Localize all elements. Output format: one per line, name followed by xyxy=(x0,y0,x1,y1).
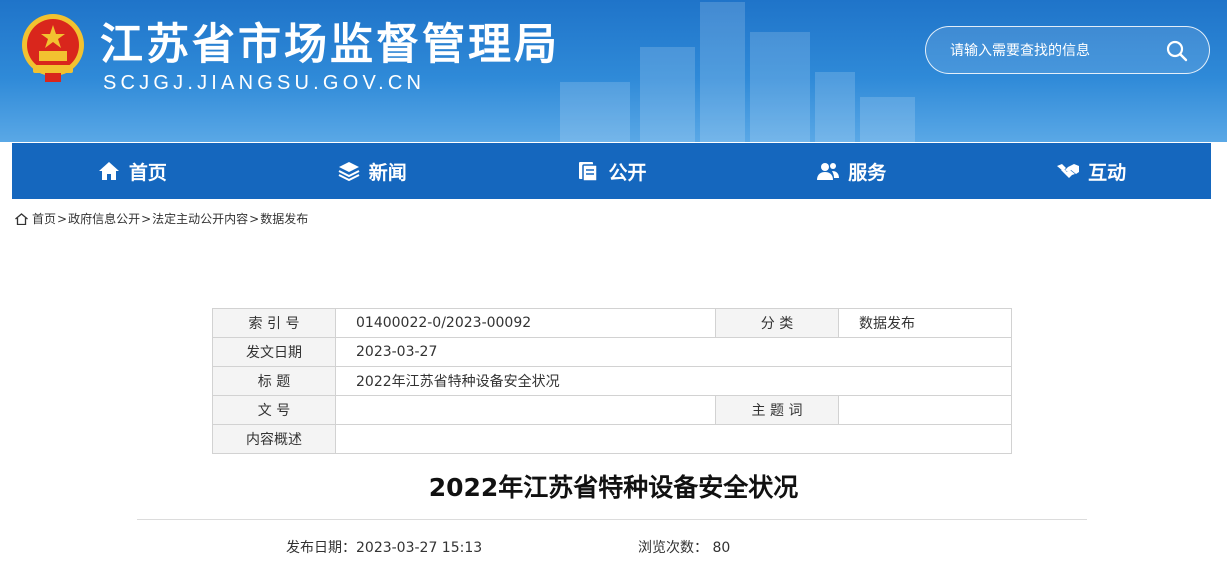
search-input[interactable] xyxy=(948,39,1152,63)
divider xyxy=(137,519,1087,520)
doc-number-label: 文 号 xyxy=(212,395,336,425)
category-value: 数据发布 xyxy=(838,308,1012,338)
handshake-icon xyxy=(1057,164,1080,178)
skyline-decoration xyxy=(815,72,855,142)
publish-date-value: 2023-03-27 15:13 xyxy=(356,540,483,556)
table-row: 文 号 主 题 词 xyxy=(212,395,1012,425)
nav-item-public[interactable]: 公开 xyxy=(492,143,732,199)
article-title: 2022年江苏省特种设备安全状况 xyxy=(428,473,799,502)
table-row: 索 引 号 01400022-0/2023-00092 分 类 数据发布 xyxy=(212,308,1012,338)
summary-value xyxy=(335,424,1012,454)
index-number-value: 01400022-0/2023-00092 xyxy=(335,308,716,338)
site-domain: SCJGJ.JIANGSU.GOV.CN xyxy=(103,72,426,94)
breadcrumb-separator: > xyxy=(141,211,152,226)
publish-date: 发布日期：2023-03-27 15:13 xyxy=(286,537,482,557)
breadcrumb: 首页 > 政府信息公开 > 法定主动公开内容 > 数据发布 xyxy=(15,210,308,227)
nav-item-service[interactable]: 服务 xyxy=(731,143,971,199)
nav-item-label: 互动 xyxy=(1088,161,1127,184)
view-count-label: 浏览次数： xyxy=(638,540,708,556)
doc-number-value xyxy=(335,395,716,425)
view-count-value: 80 xyxy=(712,540,731,556)
site-header: 江苏省市场监督管理局 SCJGJ.JIANGSU.GOV.CN xyxy=(0,0,1227,142)
breadcrumb-separator: > xyxy=(249,211,260,226)
skyline-decoration xyxy=(860,97,915,142)
breadcrumb-separator: > xyxy=(57,211,68,226)
doc-title-value: 2022年江苏省特种设备安全状况 xyxy=(335,366,1012,396)
skyline-decoration xyxy=(640,47,695,142)
breadcrumb-home-link[interactable]: 首页 xyxy=(32,210,56,227)
table-row: 标 题 2022年江苏省特种设备安全状况 xyxy=(212,366,1012,396)
layers-icon xyxy=(338,162,360,182)
search-box xyxy=(925,26,1210,74)
breadcrumb-gov-info-link[interactable]: 政府信息公开 xyxy=(68,210,140,227)
index-number-label: 索 引 号 xyxy=(212,308,336,338)
breadcrumb-data-release-link[interactable]: 数据发布 xyxy=(260,210,308,227)
main-nav: 首页 新闻 公开 服务 互动 xyxy=(12,143,1211,199)
skyline-decoration xyxy=(700,2,745,142)
users-icon xyxy=(817,163,840,180)
nav-item-label: 服务 xyxy=(848,161,887,184)
nav-item-home[interactable]: 首页 xyxy=(12,143,252,199)
skyline-decoration xyxy=(560,82,630,142)
summary-label: 内容概述 xyxy=(212,424,336,454)
breadcrumb-public-content-link[interactable]: 法定主动公开内容 xyxy=(152,210,248,227)
home-icon xyxy=(15,212,28,225)
home-icon xyxy=(98,162,119,180)
view-count: 浏览次数： 80 xyxy=(638,537,730,557)
nav-item-interact[interactable]: 互动 xyxy=(971,143,1211,199)
search-icon[interactable] xyxy=(1165,39,1189,63)
document-meta-table: 索 引 号 01400022-0/2023-00092 分 类 数据发布 发文日… xyxy=(212,308,1012,454)
national-emblem-icon xyxy=(22,14,84,82)
category-label: 分 类 xyxy=(715,308,839,338)
issue-date-label: 发文日期 xyxy=(212,337,336,367)
publish-date-label: 发布日期： xyxy=(286,540,356,556)
table-row: 内容概述 xyxy=(212,424,1012,454)
skyline-decoration xyxy=(750,32,810,142)
doc-title-label: 标 题 xyxy=(212,366,336,396)
issue-date-value: 2023-03-27 xyxy=(335,337,1012,367)
nav-item-label: 公开 xyxy=(608,161,647,184)
site-title: 江苏省市场监督管理局 xyxy=(100,20,560,70)
nav-item-label: 新闻 xyxy=(368,161,407,184)
nav-item-news[interactable]: 新闻 xyxy=(252,143,492,199)
keywords-label: 主 题 词 xyxy=(715,395,839,425)
table-row: 发文日期 2023-03-27 xyxy=(212,337,1012,367)
keywords-value xyxy=(838,395,1012,425)
nav-item-label: 首页 xyxy=(128,161,167,184)
documents-icon xyxy=(579,162,599,182)
